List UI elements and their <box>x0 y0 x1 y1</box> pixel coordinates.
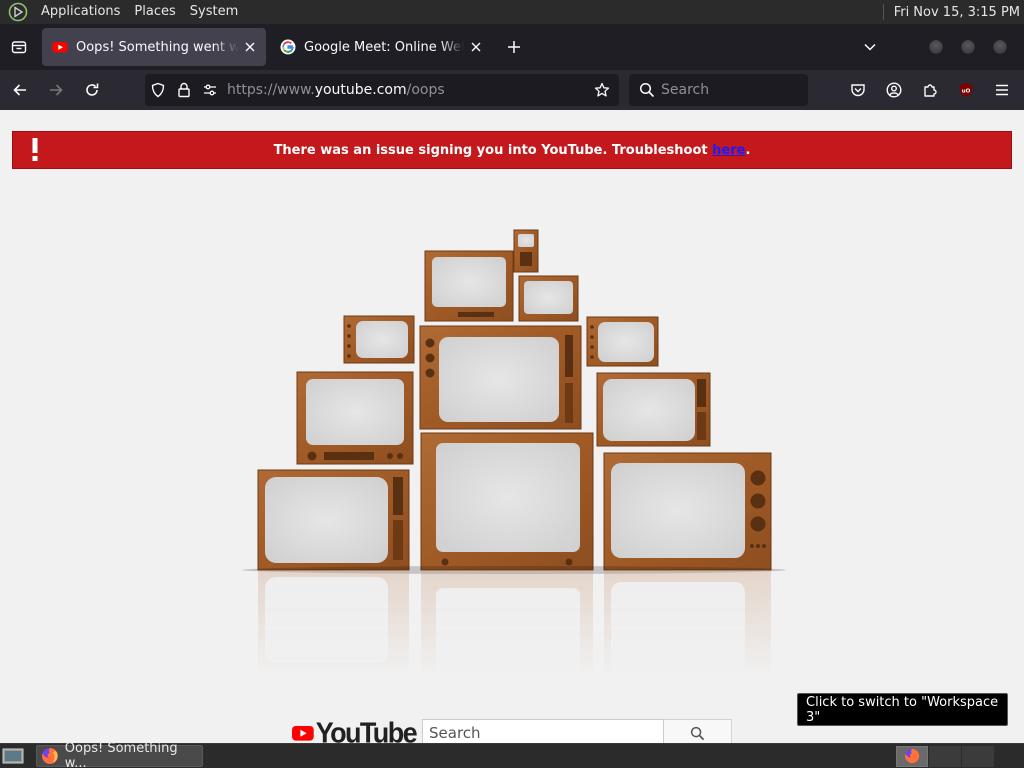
youtube-logo[interactable]: YouTube <box>292 716 418 743</box>
vintage-tv-stack-illustration <box>242 229 786 675</box>
list-all-tabs-button[interactable] <box>854 31 886 63</box>
exclamation-icon <box>32 138 38 161</box>
tab-title: Oops! Something went wrong <box>76 39 238 55</box>
reload-icon <box>86 83 99 96</box>
navigation-toolbar: https://www.youtube.com/oops Search uO <box>0 70 1024 110</box>
top-panel: Applications Places System Fri Nov 15, 3… <box>0 0 1024 24</box>
svg-text:uO: uO <box>962 88 971 94</box>
menu-applications[interactable]: Applications <box>34 0 127 24</box>
youtube-search-input[interactable]: Search <box>422 719 664 743</box>
distro-logo-icon[interactable] <box>8 2 28 22</box>
permissions-button[interactable] <box>197 74 223 106</box>
account-icon <box>886 82 902 98</box>
menu-places[interactable]: Places <box>127 0 182 24</box>
arrow-right-icon <box>50 84 63 96</box>
menu-system[interactable]: System <box>183 0 245 24</box>
troubleshoot-link[interactable]: here <box>712 143 745 158</box>
workspace-1-switcher[interactable] <box>896 745 928 767</box>
account-button[interactable] <box>878 74 910 106</box>
google-icon <box>280 39 296 55</box>
new-tab-button[interactable] <box>498 31 530 63</box>
search-bar[interactable]: Search <box>629 74 808 106</box>
alert-message: There was an issue signing you into YouT… <box>273 142 751 158</box>
app-menu-button[interactable] <box>986 74 1018 106</box>
window-minimize-button[interactable] <box>928 39 944 55</box>
firefox-view-button[interactable] <box>0 24 38 70</box>
chevron-down-icon <box>864 43 876 51</box>
puzzle-icon <box>924 84 937 97</box>
address-bar[interactable]: https://www.youtube.com/oops <box>145 74 619 106</box>
tab-youtube-oops[interactable]: Oops! Something went wrong <box>42 28 266 66</box>
sliders-icon <box>204 84 216 96</box>
tab-google-meet[interactable]: Google Meet: Online Web and Video Calls <box>270 28 492 66</box>
extensions-button[interactable] <box>914 74 946 106</box>
shield-icon <box>151 82 165 98</box>
url-text[interactable]: https://www.youtube.com/oops <box>227 82 589 98</box>
youtube-play-logo-icon <box>292 725 314 741</box>
taskbar-window-title: Oops! Something w... <box>64 741 178 768</box>
clock[interactable]: Fri Nov 15, 3:15 PM <box>894 5 1024 20</box>
search-icon <box>690 726 705 740</box>
close-icon <box>471 42 481 52</box>
tab-bar: Oops! Something went wrong Google Meet: … <box>0 24 1024 70</box>
pocket-button[interactable] <box>842 74 874 106</box>
bookmark-star-button[interactable] <box>589 74 615 106</box>
lock-icon <box>178 82 190 98</box>
firefox-icon <box>41 748 58 764</box>
youtube-search-button[interactable] <box>664 719 732 743</box>
workspace-tooltip: Click to switch to "Workspace 3" <box>797 693 1008 726</box>
forward-button[interactable] <box>40 74 72 106</box>
panel-separator <box>882 4 884 20</box>
youtube-footer-search: YouTube Search <box>292 716 732 743</box>
ublock-icon: uO <box>959 83 973 97</box>
tracking-protection-button[interactable] <box>145 74 171 106</box>
tab-close-button[interactable] <box>468 39 484 55</box>
pocket-icon <box>851 84 865 97</box>
firefox-view-icon <box>11 41 27 54</box>
site-security-button[interactable] <box>171 74 197 106</box>
tab-title: Google Meet: Online Web and Video Calls <box>304 39 464 55</box>
taskbar-window-firefox[interactable]: Oops! Something w... <box>36 741 203 768</box>
arrow-left-icon <box>13 84 26 96</box>
hamburger-menu-icon <box>996 84 1008 96</box>
plus-icon <box>508 41 520 53</box>
window-close-button[interactable] <box>992 39 1008 55</box>
youtube-wordmark: YouTube <box>315 716 418 743</box>
ublock-origin-button[interactable]: uO <box>950 74 982 106</box>
workspace-2-switcher[interactable] <box>929 745 961 767</box>
workspace-3-switcher[interactable] <box>962 745 994 767</box>
close-icon <box>245 42 255 52</box>
show-desktop-icon[interactable] <box>2 747 24 765</box>
bottom-panel: Oops! Something w... <box>0 741 1024 768</box>
youtube-icon <box>52 42 68 53</box>
firefox-icon <box>904 748 920 764</box>
tab-close-button[interactable] <box>242 39 258 55</box>
page-content: There was an issue signing you into YouT… <box>0 110 1024 743</box>
sign-in-error-banner: There was an issue signing you into YouT… <box>12 131 1012 169</box>
reload-button[interactable] <box>76 74 108 106</box>
window-maximize-button[interactable] <box>960 39 976 55</box>
toolbar-right: uO <box>838 74 1018 106</box>
search-placeholder: Search <box>661 82 710 98</box>
back-button[interactable] <box>4 74 36 106</box>
search-icon <box>639 82 655 98</box>
star-icon <box>594 82 610 97</box>
